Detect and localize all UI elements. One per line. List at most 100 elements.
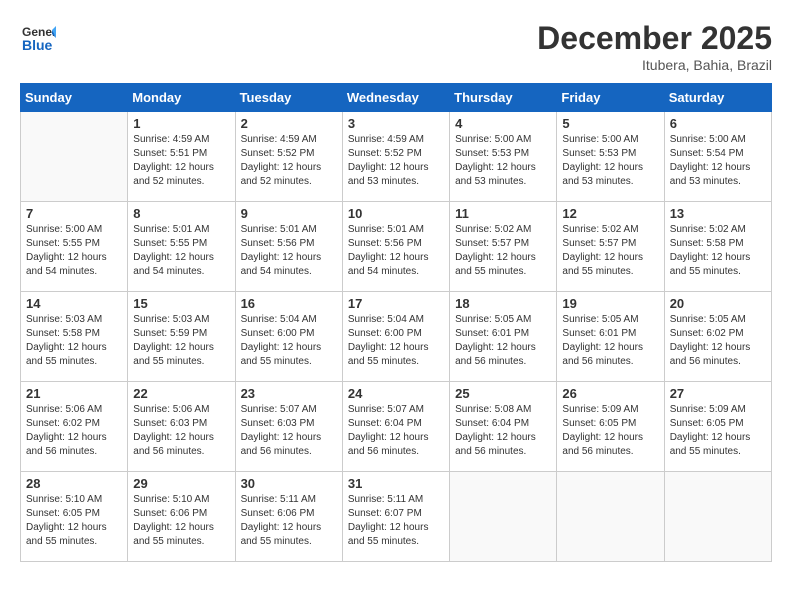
day-number: 17 <box>348 296 444 311</box>
calendar-cell: 17 Sunrise: 5:04 AM Sunset: 6:00 PM Dayli… <box>342 292 449 382</box>
day-info: Sunrise: 5:05 AM Sunset: 6:01 PM Dayligh… <box>562 313 658 369</box>
day-number: 16 <box>241 296 337 311</box>
calendar-cell: 15 Sunrise: 5:03 AM Sunset: 5:59 PM Dayli… <box>128 292 235 382</box>
day-info: Sunrise: 5:03 AM Sunset: 5:58 PM Dayligh… <box>26 313 122 369</box>
calendar-cell: 25 Sunrise: 5:08 AM Sunset: 6:04 PM Dayli… <box>450 382 557 472</box>
header: General Blue December 2025 Itubera, Bahi… <box>20 20 772 73</box>
location: Itubera, Bahia, Brazil <box>537 57 772 73</box>
day-number: 29 <box>133 476 229 491</box>
svg-text:Blue: Blue <box>22 37 53 53</box>
day-number: 2 <box>241 116 337 131</box>
day-number: 25 <box>455 386 551 401</box>
calendar-cell: 30Sunrise: 5:11 AM Sunset: 6:06 PM Dayli… <box>235 472 342 562</box>
day-info: Sunrise: 5:11 AM Sunset: 6:07 PM Dayligh… <box>348 493 444 549</box>
day-number: 3 <box>348 116 444 131</box>
day-number: 28 <box>26 476 122 491</box>
calendar-cell <box>557 472 664 562</box>
calendar-cell: 14 Sunrise: 5:03 AM Sunset: 5:58 PM Dayli… <box>21 292 128 382</box>
day-info: Sunrise: 4:59 AM Sunset: 5:52 PM Dayligh… <box>241 133 337 189</box>
calendar-cell: 20 Sunrise: 5:05 AM Sunset: 6:02 PM Dayli… <box>664 292 771 382</box>
calendar-cell: 9 Sunrise: 5:01 AM Sunset: 5:56 PM Daylig… <box>235 202 342 292</box>
day-number: 23 <box>241 386 337 401</box>
day-number: 5 <box>562 116 658 131</box>
day-info: Sunrise: 5:10 AM Sunset: 6:06 PM Dayligh… <box>133 493 229 549</box>
day-info: Sunrise: 4:59 AM Sunset: 5:51 PM Dayligh… <box>133 133 229 189</box>
day-info: Sunrise: 5:00 AM Sunset: 5:53 PM Dayligh… <box>455 133 551 189</box>
calendar-cell: 12Sunrise: 5:02 AM Sunset: 5:57 PM Dayli… <box>557 202 664 292</box>
week-row-1: 7Sunrise: 5:00 AM Sunset: 5:55 PM Daylig… <box>21 202 772 292</box>
day-number: 14 <box>26 296 122 311</box>
day-number: 8 <box>133 206 229 221</box>
day-info: Sunrise: 5:04 AM Sunset: 6:00 PM Dayligh… <box>348 313 444 369</box>
day-info: Sunrise: 5:00 AM Sunset: 5:53 PM Dayligh… <box>562 133 658 189</box>
calendar-cell: 10Sunrise: 5:01 AM Sunset: 5:56 PM Dayli… <box>342 202 449 292</box>
day-info: Sunrise: 5:02 AM Sunset: 5:57 PM Dayligh… <box>562 223 658 279</box>
day-number: 19 <box>562 296 658 311</box>
day-info: Sunrise: 5:06 AM Sunset: 6:03 PM Dayligh… <box>133 403 229 459</box>
day-number: 9 <box>241 206 337 221</box>
calendar-cell: 31 Sunrise: 5:11 AM Sunset: 6:07 PM Dayli… <box>342 472 449 562</box>
day-number: 31 <box>348 476 444 491</box>
day-info: Sunrise: 5:04 AM Sunset: 6:00 PM Dayligh… <box>241 313 337 369</box>
calendar-cell: 1Sunrise: 4:59 AM Sunset: 5:51 PM Daylig… <box>128 112 235 202</box>
day-number: 24 <box>348 386 444 401</box>
calendar-cell: 21 Sunrise: 5:06 AM Sunset: 6:02 PM Dayli… <box>21 382 128 472</box>
day-info: Sunrise: 5:08 AM Sunset: 6:04 PM Dayligh… <box>455 403 551 459</box>
day-info: Sunrise: 4:59 AM Sunset: 5:52 PM Dayligh… <box>348 133 444 189</box>
calendar-cell: 4Sunrise: 5:00 AM Sunset: 5:53 PM Daylig… <box>450 112 557 202</box>
day-number: 22 <box>133 386 229 401</box>
day-header-monday: Monday <box>128 84 235 112</box>
calendar-cell: 29 Sunrise: 5:10 AM Sunset: 6:06 PM Dayli… <box>128 472 235 562</box>
calendar-cell <box>21 112 128 202</box>
day-info: Sunrise: 5:00 AM Sunset: 5:55 PM Dayligh… <box>26 223 122 279</box>
day-info: Sunrise: 5:07 AM Sunset: 6:04 PM Dayligh… <box>348 403 444 459</box>
logo-icon: General Blue <box>20 20 56 56</box>
calendar-header-row: SundayMondayTuesdayWednesdayThursdayFrid… <box>21 84 772 112</box>
day-info: Sunrise: 5:00 AM Sunset: 5:54 PM Dayligh… <box>670 133 766 189</box>
calendar-cell: 5 Sunrise: 5:00 AM Sunset: 5:53 PM Daylig… <box>557 112 664 202</box>
day-number: 27 <box>670 386 766 401</box>
day-number: 15 <box>133 296 229 311</box>
calendar-cell: 11 Sunrise: 5:02 AM Sunset: 5:57 PM Dayli… <box>450 202 557 292</box>
day-number: 20 <box>670 296 766 311</box>
day-info: Sunrise: 5:05 AM Sunset: 6:02 PM Dayligh… <box>670 313 766 369</box>
calendar-cell: 7Sunrise: 5:00 AM Sunset: 5:55 PM Daylig… <box>21 202 128 292</box>
calendar-cell: 19 Sunrise: 5:05 AM Sunset: 6:01 PM Dayli… <box>557 292 664 382</box>
calendar-table: SundayMondayTuesdayWednesdayThursdayFrid… <box>20 83 772 562</box>
calendar-cell: 26Sunrise: 5:09 AM Sunset: 6:05 PM Dayli… <box>557 382 664 472</box>
day-info: Sunrise: 5:01 AM Sunset: 5:55 PM Dayligh… <box>133 223 229 279</box>
day-header-saturday: Saturday <box>664 84 771 112</box>
day-info: Sunrise: 5:09 AM Sunset: 6:05 PM Dayligh… <box>670 403 766 459</box>
day-info: Sunrise: 5:09 AM Sunset: 6:05 PM Dayligh… <box>562 403 658 459</box>
calendar-cell: 16 Sunrise: 5:04 AM Sunset: 6:00 PM Dayli… <box>235 292 342 382</box>
calendar-cell: 18Sunrise: 5:05 AM Sunset: 6:01 PM Dayli… <box>450 292 557 382</box>
week-row-2: 14 Sunrise: 5:03 AM Sunset: 5:58 PM Dayli… <box>21 292 772 382</box>
day-header-wednesday: Wednesday <box>342 84 449 112</box>
day-header-friday: Friday <box>557 84 664 112</box>
title-area: December 2025 Itubera, Bahia, Brazil <box>537 20 772 73</box>
calendar-cell <box>450 472 557 562</box>
calendar-cell: 3 Sunrise: 4:59 AM Sunset: 5:52 PM Daylig… <box>342 112 449 202</box>
day-info: Sunrise: 5:02 AM Sunset: 5:58 PM Dayligh… <box>670 223 766 279</box>
calendar-cell: 28 Sunrise: 5:10 AM Sunset: 6:05 PM Dayli… <box>21 472 128 562</box>
day-number: 18 <box>455 296 551 311</box>
month-title: December 2025 <box>537 20 772 57</box>
calendar-cell: 23 Sunrise: 5:07 AM Sunset: 6:03 PM Dayli… <box>235 382 342 472</box>
day-info: Sunrise: 5:06 AM Sunset: 6:02 PM Dayligh… <box>26 403 122 459</box>
day-header-sunday: Sunday <box>21 84 128 112</box>
day-info: Sunrise: 5:11 AM Sunset: 6:06 PM Dayligh… <box>241 493 337 549</box>
week-row-4: 28 Sunrise: 5:10 AM Sunset: 6:05 PM Dayli… <box>21 472 772 562</box>
day-info: Sunrise: 5:01 AM Sunset: 5:56 PM Dayligh… <box>348 223 444 279</box>
day-info: Sunrise: 5:02 AM Sunset: 5:57 PM Dayligh… <box>455 223 551 279</box>
calendar-cell: 8 Sunrise: 5:01 AM Sunset: 5:55 PM Daylig… <box>128 202 235 292</box>
day-header-thursday: Thursday <box>450 84 557 112</box>
day-info: Sunrise: 5:10 AM Sunset: 6:05 PM Dayligh… <box>26 493 122 549</box>
day-info: Sunrise: 5:01 AM Sunset: 5:56 PM Dayligh… <box>241 223 337 279</box>
day-info: Sunrise: 5:07 AM Sunset: 6:03 PM Dayligh… <box>241 403 337 459</box>
day-number: 21 <box>26 386 122 401</box>
calendar-cell: 27 Sunrise: 5:09 AM Sunset: 6:05 PM Dayli… <box>664 382 771 472</box>
calendar-cell: 6Sunrise: 5:00 AM Sunset: 5:54 PM Daylig… <box>664 112 771 202</box>
calendar-cell <box>664 472 771 562</box>
day-info: Sunrise: 5:03 AM Sunset: 5:59 PM Dayligh… <box>133 313 229 369</box>
day-number: 11 <box>455 206 551 221</box>
